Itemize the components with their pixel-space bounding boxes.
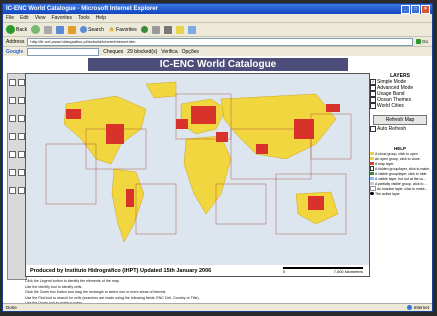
help-item: A visible group/layer, click to hide. xyxy=(370,171,430,176)
google-options[interactable]: Opções xyxy=(182,49,199,55)
zoom-in-icon[interactable] xyxy=(9,97,16,104)
query-tool-icon[interactable] xyxy=(9,151,16,158)
go-arrow-icon xyxy=(416,39,421,44)
visible-layer-icon xyxy=(370,172,374,175)
search-button[interactable]: Search xyxy=(80,26,104,33)
refresh-map-button[interactable]: Refresh Map xyxy=(373,115,427,125)
print-tool-icon[interactable] xyxy=(9,187,16,194)
google-logo: Google xyxy=(6,48,24,55)
map-credit-bar: Produced by Instituto Hidrográfico (IHPT… xyxy=(26,265,369,276)
home-icon[interactable] xyxy=(68,25,77,34)
overview-tool-icon[interactable] xyxy=(18,79,25,86)
address-bar: Address http://ifr-net-www.hidrografico.… xyxy=(3,37,432,47)
google-check[interactable]: Verifica xyxy=(161,49,177,55)
layers-panel: LAYERS ✓ Simple Mode Advanced Mode Usage … xyxy=(370,73,430,196)
google-search-input[interactable] xyxy=(27,47,100,56)
help-panel: HELP A cloud group, click to open. An op… xyxy=(370,146,430,196)
search-icon xyxy=(80,26,88,33)
closed-group-icon xyxy=(370,152,374,155)
identify-tool-icon[interactable] xyxy=(9,133,16,140)
favorites-button[interactable]: ★ Favorites xyxy=(108,25,137,34)
scale-label-end: 7,500 kilometers xyxy=(333,269,363,274)
world-map-canvas xyxy=(45,81,352,243)
stop-icon[interactable] xyxy=(44,25,53,34)
status-text: Done xyxy=(6,305,17,310)
clear-tool-icon[interactable] xyxy=(18,169,25,176)
page-content: IC-ENC World Catalogue Produced by Insti… xyxy=(3,56,432,305)
google-checks[interactable]: Cheques xyxy=(103,49,123,55)
globe-icon xyxy=(406,305,412,310)
find-tool-icon[interactable] xyxy=(18,133,25,140)
help-item: An inactive layer, click to make... xyxy=(370,186,430,191)
menu-help[interactable]: Help xyxy=(96,15,106,21)
close-button[interactable]: × xyxy=(421,4,430,14)
open-group-icon xyxy=(370,157,374,160)
auto-refresh[interactable]: Auto Refresh xyxy=(370,126,430,132)
menu-tools[interactable]: Tools xyxy=(78,15,90,21)
inactive-layer-icon xyxy=(370,186,376,191)
toolbar: Back Search ★ Favorites xyxy=(3,23,432,37)
world-map[interactable]: Produced by Instituto Hidrográfico (IHPT… xyxy=(25,73,370,277)
out-of-scale-layer-icon xyxy=(370,177,374,180)
popup-blocked[interactable]: 29 blocked(s) xyxy=(127,49,157,55)
scale-label-start: 0 xyxy=(283,269,286,274)
folder-icon[interactable] xyxy=(175,25,184,34)
go-button[interactable]: Go xyxy=(416,39,432,44)
star-icon: ★ xyxy=(107,25,116,34)
messenger-icon[interactable] xyxy=(187,25,196,34)
select-tool-icon[interactable] xyxy=(9,169,16,176)
menu-view[interactable]: View xyxy=(35,15,46,21)
layer-checkbox[interactable] xyxy=(370,103,376,109)
mail-icon[interactable] xyxy=(151,25,160,34)
forward-arrow-icon[interactable] xyxy=(31,25,41,34)
menu-edit[interactable]: Edit xyxy=(20,15,29,21)
window-title: IC-ENC World Catalogue - Microsoft Inter… xyxy=(6,6,158,12)
pan-icon[interactable] xyxy=(9,115,16,122)
menu-favorites[interactable]: Favorites xyxy=(51,15,72,21)
security-zone: Internet xyxy=(406,305,429,310)
print-icon[interactable] xyxy=(163,25,172,34)
minimize-button[interactable]: _ xyxy=(401,4,410,14)
back-arrow-icon xyxy=(6,25,15,34)
help-item: A partially visible group, click to ... xyxy=(370,181,430,186)
help-item: The active layer. xyxy=(370,191,430,196)
browser-window: IC-ENC World Catalogue - Microsoft Inter… xyxy=(2,3,433,312)
help-item: A hidden group/layer, click to make. xyxy=(370,166,430,171)
page-title: IC-ENC World Catalogue xyxy=(88,58,348,71)
maximize-button[interactable]: □ xyxy=(411,4,420,14)
partial-group-icon xyxy=(370,182,374,185)
zoom-out-icon[interactable] xyxy=(18,97,25,104)
address-label: Address xyxy=(6,38,25,45)
map-tools-panel xyxy=(7,73,27,280)
zoom-box-icon[interactable] xyxy=(18,187,25,194)
address-input[interactable]: http://ifr-net-www.hidrografico.pt/iscbu… xyxy=(27,37,413,46)
refresh-icon[interactable] xyxy=(56,25,65,34)
legend-tool-icon[interactable] xyxy=(9,79,16,86)
map-credit: Produced by Instituto Hidrográfico (IHPT… xyxy=(30,267,212,274)
hidden-layer-icon xyxy=(370,166,374,171)
auto-refresh-checkbox[interactable] xyxy=(370,126,376,132)
scale-bar: 0 7,500 kilometers xyxy=(283,267,363,274)
history-icon[interactable] xyxy=(140,26,148,33)
title-bar: IC-ENC World Catalogue - Microsoft Inter… xyxy=(3,4,432,14)
measure-tool-icon[interactable] xyxy=(18,151,25,158)
status-bar: Done Internet xyxy=(3,303,432,311)
active-layer-icon xyxy=(370,192,374,195)
menu-file[interactable]: File xyxy=(6,15,14,21)
layer-world-cities[interactable]: World Cities xyxy=(370,103,430,109)
full-extent-icon[interactable] xyxy=(18,115,25,122)
map-layer-icon xyxy=(370,162,374,165)
menu-bar: File Edit View Favorites Tools Help xyxy=(3,14,432,23)
back-button[interactable]: Back xyxy=(6,25,27,34)
help-item: A visible layer, but not at the cu... xyxy=(370,176,430,181)
